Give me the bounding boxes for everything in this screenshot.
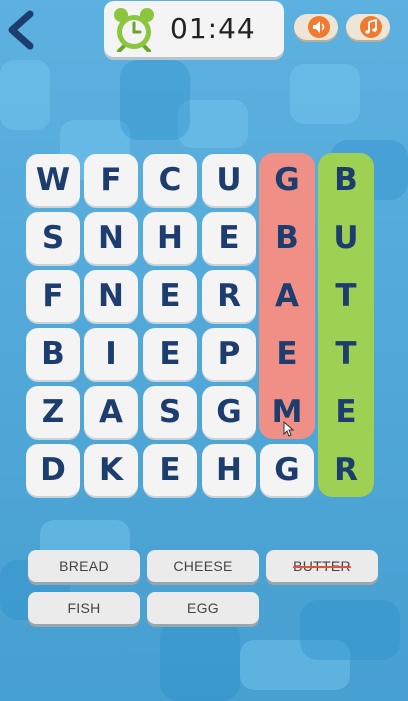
letter-tile[interactable]: U: [319, 212, 373, 264]
word-label: CHEESE: [173, 558, 233, 574]
letter-tile[interactable]: R: [319, 444, 373, 496]
sound-toggle-button[interactable]: [294, 14, 338, 40]
letter-tile[interactable]: K: [84, 444, 138, 496]
letter-tile[interactable]: E: [202, 212, 256, 264]
letter-tile[interactable]: N: [84, 270, 138, 322]
word-label: BUTTER: [293, 558, 351, 574]
word-item-fish: FISH: [28, 592, 140, 624]
letter-tile[interactable]: T: [319, 270, 373, 322]
music-toggle-button[interactable]: [346, 14, 390, 40]
speaker-icon: [308, 16, 330, 38]
word-label: FISH: [67, 600, 101, 616]
letter-tile[interactable]: A: [84, 386, 138, 438]
letter-tile[interactable]: F: [26, 270, 80, 322]
alarm-clock-icon: [114, 8, 154, 52]
word-item-butter: BUTTER: [266, 550, 378, 582]
letter-tile[interactable]: S: [26, 212, 80, 264]
letter-tile[interactable]: H: [143, 212, 197, 264]
letter-tile[interactable]: A: [260, 270, 314, 322]
timer-value: 01:44: [170, 12, 256, 45]
letter-tile[interactable]: D: [26, 444, 80, 496]
chevron-left-icon: [8, 10, 34, 50]
letter-tile[interactable]: E: [260, 328, 314, 380]
mouse-cursor-icon: [283, 421, 295, 437]
letter-grid: WFCUGBSNHEBUFNERATBIEPETZASGMEDKEHGR: [26, 153, 378, 500]
music-note-icon: [360, 16, 382, 38]
letter-tile[interactable]: F: [84, 154, 138, 206]
letter-tile[interactable]: I: [84, 328, 138, 380]
letter-tile[interactable]: B: [260, 212, 314, 264]
letter-tile[interactable]: R: [202, 270, 256, 322]
back-button[interactable]: [4, 8, 38, 52]
letter-tile[interactable]: G: [260, 154, 314, 206]
word-item-cheese: CHEESE: [147, 550, 259, 582]
word-label: BREAD: [59, 558, 109, 574]
letter-tile[interactable]: Z: [26, 386, 80, 438]
letter-tile[interactable]: H: [202, 444, 256, 496]
letter-tile[interactable]: T: [319, 328, 373, 380]
letter-tile[interactable]: B: [26, 328, 80, 380]
letter-tile[interactable]: U: [202, 154, 256, 206]
letter-tile[interactable]: E: [319, 386, 373, 438]
letter-tile[interactable]: G: [260, 444, 314, 496]
letter-tile[interactable]: B: [319, 154, 373, 206]
letter-tile[interactable]: E: [143, 328, 197, 380]
letter-tile[interactable]: N: [84, 212, 138, 264]
letter-tile[interactable]: E: [143, 270, 197, 322]
letter-tile[interactable]: E: [143, 444, 197, 496]
word-label: EGG: [186, 600, 220, 616]
letter-tile[interactable]: G: [202, 386, 256, 438]
timer-panel: 01:44: [104, 1, 284, 57]
word-item-egg: EGG: [147, 592, 259, 624]
letter-tile[interactable]: S: [143, 386, 197, 438]
word-item-bread: BREAD: [28, 550, 140, 582]
letter-tile[interactable]: P: [202, 328, 256, 380]
letter-tile[interactable]: W: [26, 154, 80, 206]
letter-tile[interactable]: C: [143, 154, 197, 206]
